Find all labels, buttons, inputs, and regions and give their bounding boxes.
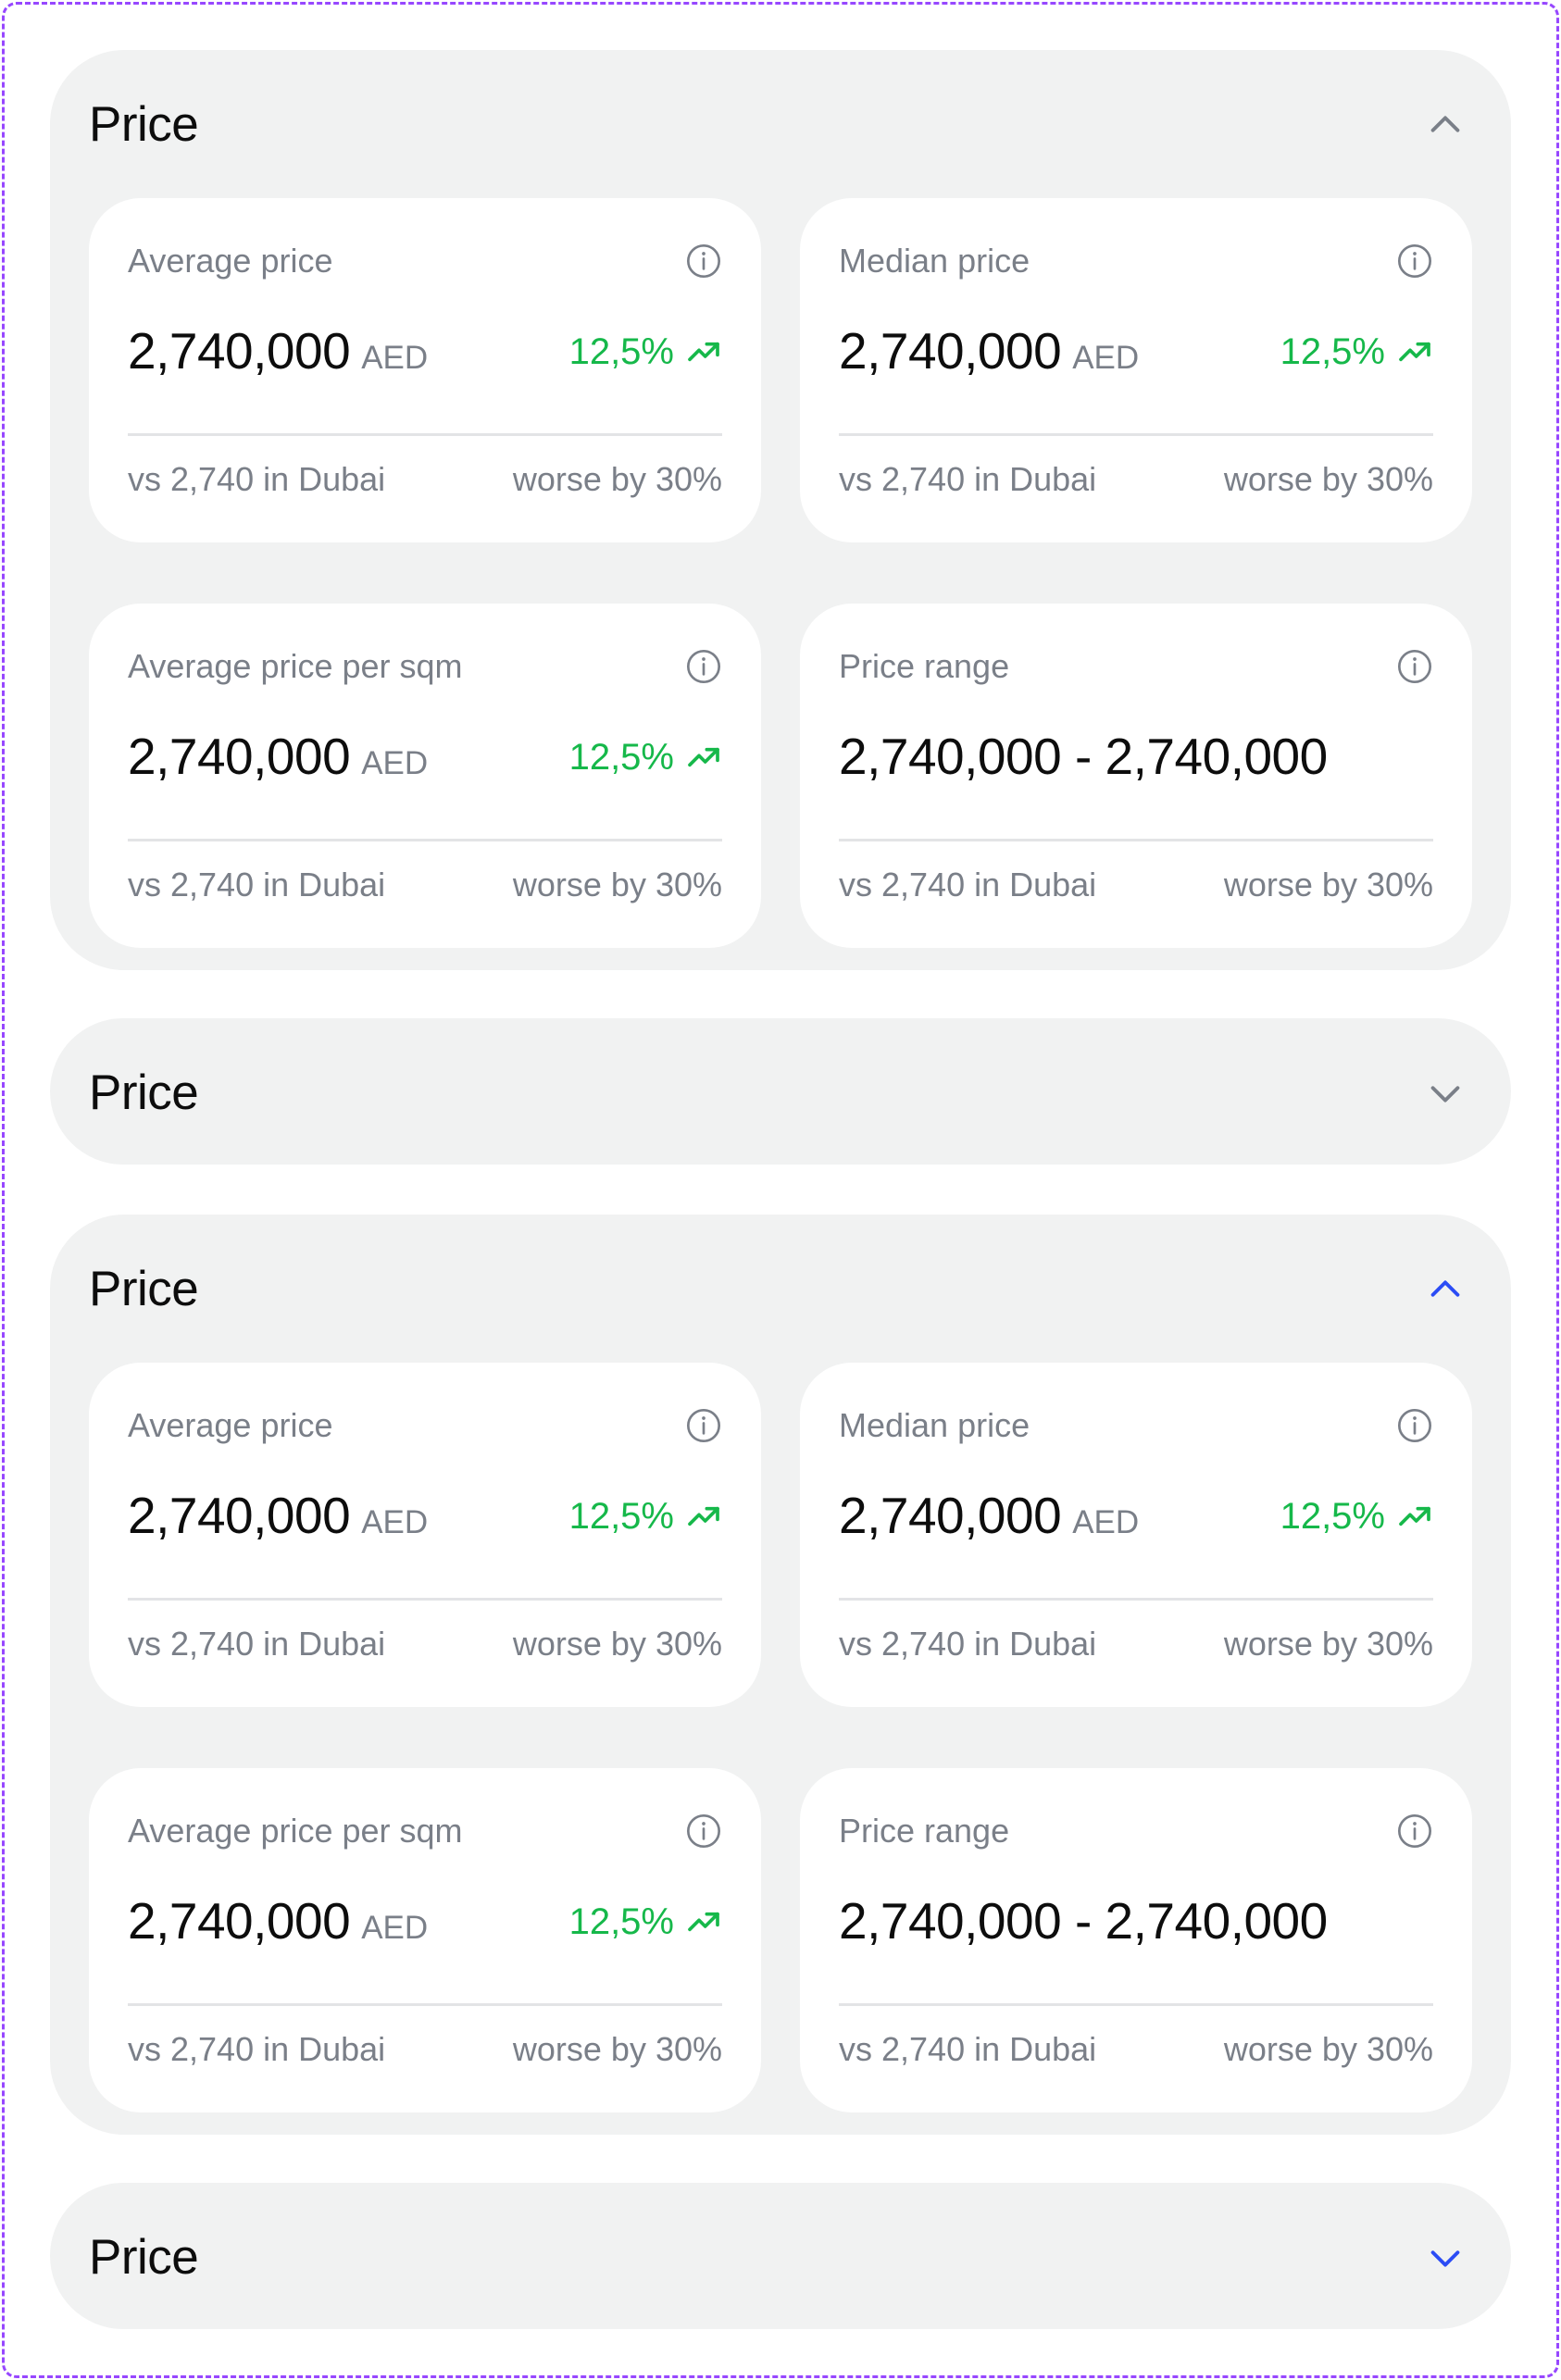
trend-up-icon [688,747,719,767]
card-label: Price range [839,647,1010,685]
card-value: 2,740,000 [128,322,351,380]
card-label: Median price [839,1406,1030,1444]
change-percent: 12,5% [568,1901,674,1942]
card-unit: AED [361,340,429,376]
section-header-toggle[interactable]: Price [50,1215,1511,1361]
info-icon[interactable] [1396,1813,1433,1850]
info-icon[interactable] [685,1813,722,1850]
change-indicator: 12,5% [569,330,722,374]
change-indicator: 12,5% [1280,1494,1433,1539]
delta-text: worse by 30% [512,866,722,903]
comparison-text: vs 2,740 in Dubai [128,2030,386,2068]
stat-card-price-range: Price range 2,740,000 - 2,740,000 vs 2,7… [800,604,1472,948]
change-indicator: 12,5% [569,1494,722,1539]
change-indicator: 12,5% [1280,330,1433,374]
stat-card-price-range: Price range 2,740,000 - 2,740,000 vs 2,7… [800,1768,1472,2112]
divider [128,1598,722,1601]
card-value: 2,740,000 - 2,740,000 [839,728,1328,785]
comparison-text: vs 2,740 in Dubai [128,460,386,498]
info-icon[interactable] [1396,648,1433,685]
stat-card-average-price: Average price 2,740,000 AED 12,5% vs 2,74… [89,1363,761,1707]
trend-up-icon [688,1912,719,1932]
delta-text: worse by 30% [1223,2030,1433,2068]
card-label: Average price per sqm [128,1812,463,1850]
card-value: 2,740,000 [128,728,351,785]
chevron-down-icon[interactable] [1424,1072,1467,1115]
divider [839,2003,1433,2006]
info-icon[interactable] [685,648,722,685]
change-percent: 12,5% [1280,1496,1385,1537]
info-icon[interactable] [1396,243,1433,280]
card-label: Median price [839,242,1030,280]
change-indicator: 12,5% [569,1900,722,1944]
card-unit: AED [361,1504,429,1540]
chevron-up-icon[interactable] [1424,104,1467,146]
card-label: Average price [128,1406,333,1444]
card-label: Average price [128,242,333,280]
stat-card-median-price: Median price 2,740,000 AED 12,5% vs 2,740… [800,1363,1472,1707]
comparison-text: vs 2,740 in Dubai [839,1625,1097,1663]
trend-up-icon [1399,342,1430,362]
change-percent: 12,5% [568,1496,674,1537]
card-value: 2,740,000 [128,1487,351,1544]
section-header-toggle[interactable]: Price [50,50,1511,196]
card-unit: AED [1072,1504,1140,1540]
comparison-text: vs 2,740 in Dubai [839,866,1097,903]
info-icon[interactable] [1396,1407,1433,1444]
divider [839,433,1433,436]
section-title: Price [89,1262,199,1316]
stat-card-median-price: Median price 2,740,000 AED 12,5% vs 2,740… [800,198,1472,542]
divider [128,2003,722,2006]
price-section-collapsed: Price [50,1018,1511,1165]
delta-text: worse by 30% [1223,460,1433,498]
comparison-text: vs 2,740 in Dubai [128,1625,386,1663]
divider [128,433,722,436]
trend-up-icon [1399,1506,1430,1526]
comparison-text: vs 2,740 in Dubai [839,460,1097,498]
chevron-up-icon[interactable] [1424,1268,1467,1311]
section-title: Price [89,2230,199,2285]
card-value: 2,740,000 [839,322,1062,380]
divider [128,839,722,841]
trend-up-icon [688,342,719,362]
stat-card-average-price-per-sqm: Average price per sqm 2,740,000 AED 12,5%… [89,1768,761,2112]
trend-up-icon [688,1506,719,1526]
delta-text: worse by 30% [512,2030,722,2068]
change-indicator: 12,5% [569,735,722,779]
card-label: Average price per sqm [128,647,463,685]
section-header-toggle[interactable]: Price [50,2183,1511,2329]
change-percent: 12,5% [568,737,674,778]
delta-text: worse by 30% [1223,866,1433,903]
card-unit: AED [361,745,429,781]
stat-card-average-price: Average price 2,740,000 AED 12,5% vs 2,74… [89,198,761,542]
delta-text: worse by 30% [512,1625,722,1663]
card-label: Price range [839,1812,1010,1850]
change-percent: 12,5% [568,331,674,372]
card-value: 2,740,000 [128,1892,351,1950]
section-title: Price [89,1065,199,1120]
price-section-expanded-active: Price Average price 2,740,000 AED 12,5% v… [50,1215,1511,2135]
card-value: 2,740,000 - 2,740,000 [839,1892,1328,1950]
section-header-toggle[interactable]: Price [50,1018,1511,1165]
price-section-expanded: Price Average price 2,740,000 AED 12,5% v… [50,50,1511,970]
card-unit: AED [361,1910,429,1946]
divider [839,1598,1433,1601]
divider [839,839,1433,841]
section-title: Price [89,97,199,152]
comparison-text: vs 2,740 in Dubai [839,2030,1097,2068]
stat-card-average-price-per-sqm: Average price per sqm 2,740,000 AED 12,5%… [89,604,761,948]
comparison-text: vs 2,740 in Dubai [128,866,386,903]
change-percent: 12,5% [1280,331,1385,372]
chevron-down-icon[interactable] [1424,2237,1467,2279]
delta-text: worse by 30% [512,460,722,498]
price-section-collapsed-active: Price [50,2183,1511,2329]
card-unit: AED [1072,340,1140,376]
delta-text: worse by 30% [1223,1625,1433,1663]
info-icon[interactable] [685,1407,722,1444]
card-value: 2,740,000 [839,1487,1062,1544]
info-icon[interactable] [685,243,722,280]
